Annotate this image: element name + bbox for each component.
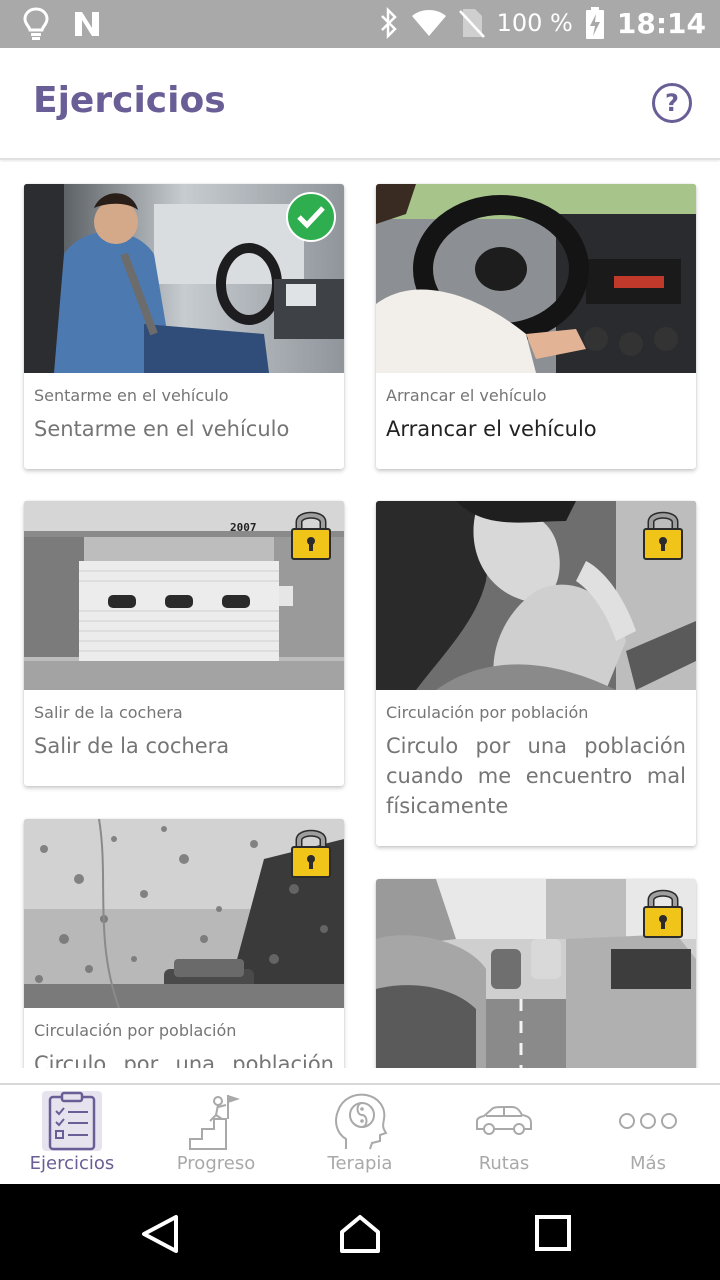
garage-number: 2007 — [230, 521, 257, 534]
exercise-image-garage: 2007 — [24, 501, 344, 690]
exercise-category: Salir de la cochera — [34, 703, 183, 722]
nav-item-mas[interactable]: Más — [576, 1085, 720, 1186]
exercise-category: Circulación por población — [386, 703, 589, 722]
nav-item-rutas[interactable]: Rutas — [432, 1085, 576, 1186]
status-bar: 100 % 18:14 — [0, 0, 720, 48]
exercise-image-traffic — [376, 879, 696, 1068]
exercise-card-trafico[interactable] — [376, 879, 696, 1068]
back-icon[interactable] — [138, 1214, 182, 1254]
battery-charging-icon — [585, 7, 604, 39]
exercise-title: Arrancar el vehículo — [386, 417, 597, 441]
exercise-title: Circulo por una población cuando me encu… — [386, 734, 686, 818]
exercise-image-neck-pain — [376, 501, 696, 690]
exercise-title: Circulo por una población — [34, 1052, 334, 1068]
exercise-grid[interactable]: Sentarme en el vehículo Sentarme en el v… — [0, 162, 720, 1068]
system-navigation-bar — [0, 1184, 720, 1280]
app-bar: Ejercicios ? — [0, 48, 720, 160]
exercise-title: Sentarme en el vehículo — [34, 417, 290, 441]
nav-item-progreso[interactable]: Progreso — [144, 1085, 288, 1186]
battery-percentage: 100 % — [496, 9, 573, 37]
climbing-stairs-flag-icon — [189, 1095, 240, 1150]
completed-check-icon — [286, 192, 336, 242]
nav-item-terapia[interactable]: Terapia — [288, 1085, 432, 1186]
nav-label: Progreso — [176, 1153, 256, 1174]
exercise-card-arrancar[interactable]: Arrancar el vehículo Arrancar el vehícul… — [376, 184, 696, 469]
exercise-image-rain — [24, 819, 344, 1008]
exercise-category: Circulación por población — [34, 1021, 237, 1040]
exercise-category: Sentarme en el vehículo — [34, 386, 229, 405]
exercise-card-malestar-fisico[interactable]: Circulación por población Circulo por un… — [376, 501, 696, 846]
wifi-icon — [411, 10, 446, 36]
home-icon[interactable] — [338, 1214, 382, 1254]
nav-label: Rutas — [478, 1153, 530, 1174]
lock-icon — [291, 511, 331, 560]
exercise-category: Arrancar el vehículo — [386, 386, 547, 405]
nav-label: Terapia — [327, 1153, 393, 1174]
bluetooth-icon — [380, 7, 397, 39]
exercise-card-lluvia[interactable]: Circulación por población Circulo por un… — [24, 819, 344, 1068]
exercise-image-steering-wheel — [376, 184, 696, 373]
n-logo-icon — [75, 12, 99, 36]
lock-icon — [643, 511, 683, 560]
page-title: Ejercicios — [33, 80, 226, 121]
more-dots-icon — [619, 1113, 677, 1129]
nav-label: Ejercicios — [29, 1153, 115, 1174]
exercise-card-salir-cochera[interactable]: 2007 Salir de la cochera Salir de la coc… — [24, 501, 344, 786]
clipboard-checklist-icon — [48, 1091, 96, 1151]
bottom-navigation: Ejercicios Progreso Terapia Rutas Más — [0, 1083, 720, 1184]
recents-icon[interactable] — [532, 1214, 576, 1254]
nav-label: Más — [630, 1153, 666, 1174]
exercise-title: Salir de la cochera — [34, 734, 230, 758]
no-sim-icon — [458, 9, 485, 38]
help-circle-icon[interactable]: ? — [652, 83, 692, 123]
lightbulb-icon — [23, 7, 49, 40]
lock-icon — [291, 829, 331, 878]
lock-icon — [643, 889, 683, 938]
head-yin-yang-icon — [335, 1093, 388, 1150]
nav-item-ejercicios[interactable]: Ejercicios — [0, 1085, 144, 1186]
exercise-card-sentarme[interactable]: Sentarme en el vehículo Sentarme en el v… — [24, 184, 344, 469]
clock: 18:14 — [616, 6, 706, 40]
exercise-image-seatbelt — [24, 184, 344, 373]
help-glyph: ? — [665, 89, 679, 117]
car-icon — [476, 1106, 532, 1135]
